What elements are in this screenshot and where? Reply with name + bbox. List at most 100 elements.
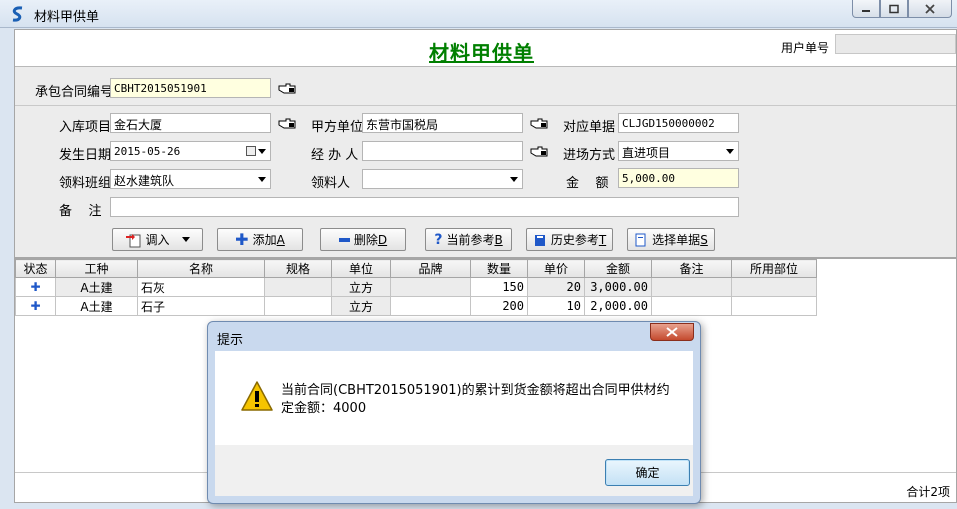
chevron-down-icon[interactable] bbox=[258, 177, 266, 182]
import-button[interactable]: 调入 bbox=[112, 228, 203, 251]
owner-label: 甲方单位 bbox=[311, 120, 364, 135]
cell-unit[interactable]: 立方 bbox=[331, 296, 391, 316]
col-amount[interactable]: 金额 bbox=[584, 259, 652, 278]
cell-name[interactable]: 石灰 bbox=[137, 277, 265, 297]
contract-no-label: 承包合同编号 bbox=[35, 85, 114, 100]
remark-field[interactable] bbox=[110, 197, 739, 217]
close-button[interactable] bbox=[908, 0, 952, 18]
import-label: 调入 bbox=[145, 233, 170, 247]
col-price[interactable]: 单价 bbox=[527, 259, 585, 278]
cell-name[interactable]: 石子 bbox=[137, 296, 265, 316]
col-brand[interactable]: 品牌 bbox=[390, 259, 471, 278]
total-count: 合计2项 bbox=[906, 485, 950, 499]
close-icon bbox=[925, 3, 935, 14]
cell-spec[interactable] bbox=[264, 296, 332, 316]
chevron-down-icon[interactable] bbox=[181, 237, 190, 242]
current-ref-label: 当前参考B bbox=[446, 233, 503, 247]
question-icon: ? bbox=[434, 231, 443, 248]
minimize-button[interactable] bbox=[852, 0, 880, 18]
cell-spec[interactable] bbox=[264, 277, 332, 297]
user-no-field[interactable] bbox=[835, 34, 956, 54]
pointing-hand-icon[interactable] bbox=[278, 83, 296, 95]
pointing-hand-icon[interactable] bbox=[530, 118, 548, 130]
alert-dialog[interactable]: 提示 当前合同(CBHT2015051901)的累计到货金额将超出合同甲供材约定… bbox=[207, 321, 701, 504]
col-spec[interactable]: 规格 bbox=[264, 259, 332, 278]
add-label: 添加A bbox=[252, 233, 285, 247]
history-ref-button[interactable]: 历史参考T bbox=[526, 228, 613, 251]
delete-label: 删除D bbox=[353, 233, 388, 247]
contract-no-field[interactable]: CBHT2015051901 bbox=[110, 78, 271, 98]
cell-amount[interactable]: 2,000.00 bbox=[584, 296, 652, 316]
col-unit[interactable]: 单位 bbox=[331, 259, 391, 278]
user-no-label: 用户单号 bbox=[781, 41, 830, 55]
dialog-close-button[interactable] bbox=[650, 323, 694, 341]
cell-price[interactable]: 10 bbox=[527, 296, 585, 316]
cell-note[interactable] bbox=[651, 296, 732, 316]
team-value: 赵水建筑队 bbox=[114, 174, 175, 188]
dialog-title: 提示 bbox=[217, 333, 244, 348]
date-field[interactable]: 2015-05-26 bbox=[110, 141, 271, 161]
cell-trade[interactable]: A土建 bbox=[55, 296, 138, 316]
col-part[interactable]: 所用部位 bbox=[731, 259, 817, 278]
cell-part[interactable] bbox=[731, 277, 817, 297]
col-trade[interactable]: 工种 bbox=[55, 259, 138, 278]
cell-qty[interactable]: 200 bbox=[470, 296, 528, 316]
date-value: 2015-05-26 bbox=[114, 145, 181, 158]
cell-amount[interactable]: 3,000.00 bbox=[584, 277, 652, 297]
current-ref-button[interactable]: ? 当前参考B bbox=[425, 228, 512, 251]
window-titlebar[interactable]: 材料甲供单 bbox=[0, 0, 957, 28]
cell-unit[interactable]: 立方 bbox=[331, 277, 391, 297]
entry-mode-value: 直进项目 bbox=[622, 146, 671, 160]
pointing-hand-icon[interactable] bbox=[278, 118, 296, 130]
col-note[interactable]: 备注 bbox=[651, 259, 732, 278]
chevron-down-icon[interactable] bbox=[510, 177, 518, 182]
minimize-icon bbox=[862, 9, 870, 12]
history-ref-label: 历史参考T bbox=[550, 233, 607, 247]
close-icon bbox=[666, 327, 678, 337]
plus-icon: ✚ bbox=[235, 229, 249, 249]
cell-brand[interactable] bbox=[390, 277, 471, 297]
delete-button[interactable]: 删除D bbox=[320, 228, 406, 251]
receiver-select[interactable] bbox=[362, 169, 523, 189]
ref-doc-field[interactable]: CLJGD150000002 bbox=[618, 113, 739, 133]
materials-table: 状态 工种 名称 规格 单位 品牌 数量 单价 金额 备注 所用部位 ✚ A土建… bbox=[15, 259, 817, 316]
col-name[interactable]: 名称 bbox=[137, 259, 265, 278]
date-label: 发生日期 bbox=[59, 148, 112, 163]
amount-field[interactable]: 5,000.00 bbox=[618, 168, 739, 188]
cell-qty[interactable]: 150 bbox=[470, 277, 528, 297]
entry-mode-select[interactable]: 直进项目 bbox=[618, 141, 739, 161]
handler-field[interactable] bbox=[362, 141, 523, 161]
remark-label: 备 注 bbox=[59, 204, 102, 219]
col-qty[interactable]: 数量 bbox=[470, 259, 528, 278]
cell-brand[interactable] bbox=[390, 296, 471, 316]
dialog-body: 当前合同(CBHT2015051901)的累计到货金额将超出合同甲供材约定金额：… bbox=[215, 351, 693, 445]
select-doc-button[interactable]: 选择单据S bbox=[627, 228, 715, 251]
cell-note[interactable] bbox=[651, 277, 732, 297]
table-row[interactable]: ✚ A土建 石子 立方 200 10 2,000.00 bbox=[15, 296, 817, 316]
row-status-icon[interactable]: ✚ bbox=[15, 296, 56, 316]
calendar-icon[interactable] bbox=[246, 146, 256, 156]
ok-button[interactable]: 确定 bbox=[605, 459, 690, 486]
chevron-down-icon[interactable] bbox=[726, 149, 734, 154]
handler-label: 经 办 人 bbox=[311, 148, 359, 163]
warning-icon bbox=[241, 381, 273, 411]
table-row[interactable]: ✚ A土建 石灰 立方 150 20 3,000.00 bbox=[15, 277, 817, 297]
row-status-icon[interactable]: ✚ bbox=[15, 277, 56, 297]
project-field[interactable]: 金石大厦 bbox=[110, 113, 271, 133]
cell-price[interactable]: 20 bbox=[527, 277, 585, 297]
col-status[interactable]: 状态 bbox=[15, 259, 56, 278]
add-button[interactable]: ✚ 添加A bbox=[217, 228, 303, 251]
cell-trade[interactable]: A土建 bbox=[55, 277, 138, 297]
form-panel: 材料甲供单 用户单号 承包合同编号 CBHT2015051901 入库项目 金石… bbox=[14, 29, 957, 258]
amount-label: 金 额 bbox=[566, 176, 609, 191]
window-title: 材料甲供单 bbox=[34, 10, 100, 25]
dialog-message: 当前合同(CBHT2015051901)的累计到货金额将超出合同甲供材约定金额：… bbox=[281, 383, 670, 416]
cell-part[interactable] bbox=[731, 296, 817, 316]
team-select[interactable]: 赵水建筑队 bbox=[110, 169, 271, 189]
pointing-hand-icon[interactable] bbox=[530, 146, 548, 158]
chevron-down-icon[interactable] bbox=[258, 149, 266, 154]
owner-field[interactable]: 东营市国税局 bbox=[362, 113, 523, 133]
maximize-button[interactable] bbox=[880, 0, 908, 18]
import-icon bbox=[126, 233, 141, 247]
book-icon bbox=[534, 234, 545, 246]
